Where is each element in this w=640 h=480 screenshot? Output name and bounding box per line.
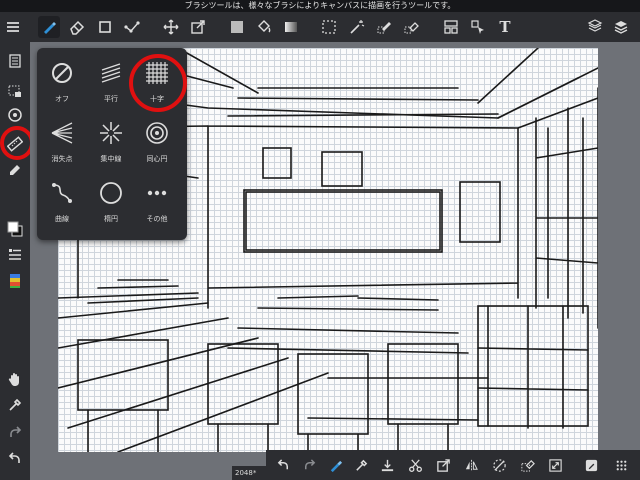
ruler-ellipse-label: 楕円 <box>104 215 118 223</box>
cross-highlight-ring <box>129 54 187 112</box>
magic-wand-icon[interactable] <box>346 16 368 38</box>
ruler-curve-option[interactable]: 曲線 <box>40 174 84 232</box>
select-pen-icon[interactable] <box>373 16 395 38</box>
radial-lines-icon <box>100 122 122 144</box>
ruler-parallel-label: 平行 <box>104 95 118 103</box>
material-icon[interactable] <box>584 16 606 38</box>
left-sidebar <box>0 42 30 480</box>
frame-divider-icon[interactable] <box>440 16 462 38</box>
operation-tool-icon[interactable] <box>467 16 489 38</box>
ruler-parallel-option[interactable]: 平行 <box>89 54 133 112</box>
no-ruler-icon <box>52 63 72 83</box>
ruler-off-option[interactable]: オフ <box>40 54 84 112</box>
ruler-concentric-label: 同心円 <box>146 155 168 163</box>
ellipse-icon <box>100 182 122 204</box>
hand-tool-icon[interactable] <box>3 368 27 390</box>
parallel-lines-icon <box>101 63 121 83</box>
color-palette-icon[interactable] <box>3 270 27 292</box>
color-swatch-icon[interactable] <box>3 218 27 240</box>
clear-icon[interactable] <box>516 454 538 476</box>
ruler-vanishing-label: 消失点 <box>51 155 73 163</box>
tip-bar: ブラシツールは、様々なブラシによりキャンバスに描画を行うツールです。 <box>0 0 640 12</box>
rectangle-tool-icon[interactable] <box>94 16 116 38</box>
transform-icon[interactable] <box>432 454 454 476</box>
top-toolbar: T <box>0 12 640 42</box>
concentric-circles-icon <box>146 122 168 144</box>
eraser-tool-icon[interactable] <box>66 16 88 38</box>
ruler-curve-label: 曲線 <box>55 215 69 223</box>
fullscreen-icon[interactable] <box>544 454 566 476</box>
edit-mode-icon[interactable] <box>580 454 602 476</box>
bottom-toolbar <box>266 450 640 480</box>
ruler-radial-label: 集中線 <box>100 155 122 163</box>
selection-layer-icon[interactable] <box>3 80 27 102</box>
text-tool-glyph: T <box>499 18 511 36</box>
ruler-vanishing-option[interactable]: 消失点 <box>40 114 84 172</box>
select-eraser-icon[interactable] <box>400 16 422 38</box>
curve-icon <box>52 183 72 203</box>
layer-list-icon[interactable] <box>3 244 27 266</box>
vanishing-point-icon <box>51 122 73 144</box>
layers-icon[interactable] <box>610 16 632 38</box>
undo-icon[interactable] <box>272 454 294 476</box>
eyedropper-icon[interactable] <box>3 394 27 416</box>
transform-tool-icon[interactable] <box>187 16 209 38</box>
deselect-icon[interactable] <box>488 454 510 476</box>
flip-icon[interactable] <box>460 454 482 476</box>
fill-down-icon[interactable] <box>376 454 398 476</box>
undo-icon[interactable] <box>3 448 27 470</box>
gradient-tool-icon[interactable] <box>280 16 302 38</box>
more-dots-icon <box>147 190 167 196</box>
menu-icon[interactable] <box>2 16 24 38</box>
brush-tool-icon[interactable] <box>38 16 60 38</box>
quick-menu-icon[interactable] <box>610 454 632 476</box>
redo-icon[interactable] <box>298 454 320 476</box>
snap-icon[interactable] <box>3 104 27 126</box>
eyedropper-icon[interactable] <box>350 454 372 476</box>
ruler-concentric-option[interactable]: 同心円 <box>135 114 179 172</box>
ruler-highlight-ring <box>0 126 34 160</box>
ruler-off-label: オフ <box>55 95 69 103</box>
select-rect-icon[interactable] <box>318 16 340 38</box>
cut-icon[interactable] <box>404 454 426 476</box>
ruler-radial-option[interactable]: 集中線 <box>89 114 133 172</box>
redo-icon[interactable] <box>3 422 27 444</box>
text-tool-icon[interactable]: T <box>494 16 516 38</box>
ruler-more-label: その他 <box>146 215 168 223</box>
fill-color-icon[interactable] <box>226 16 248 38</box>
brush-size-icon[interactable] <box>324 454 346 476</box>
ruler-more-option[interactable]: その他 <box>135 174 179 232</box>
vector-tool-icon[interactable] <box>121 16 143 38</box>
bucket-tool-icon[interactable] <box>253 16 275 38</box>
page-manager-icon[interactable] <box>3 50 27 72</box>
ruler-ellipse-option[interactable]: 楕円 <box>89 174 133 232</box>
move-tool-icon[interactable] <box>160 16 182 38</box>
